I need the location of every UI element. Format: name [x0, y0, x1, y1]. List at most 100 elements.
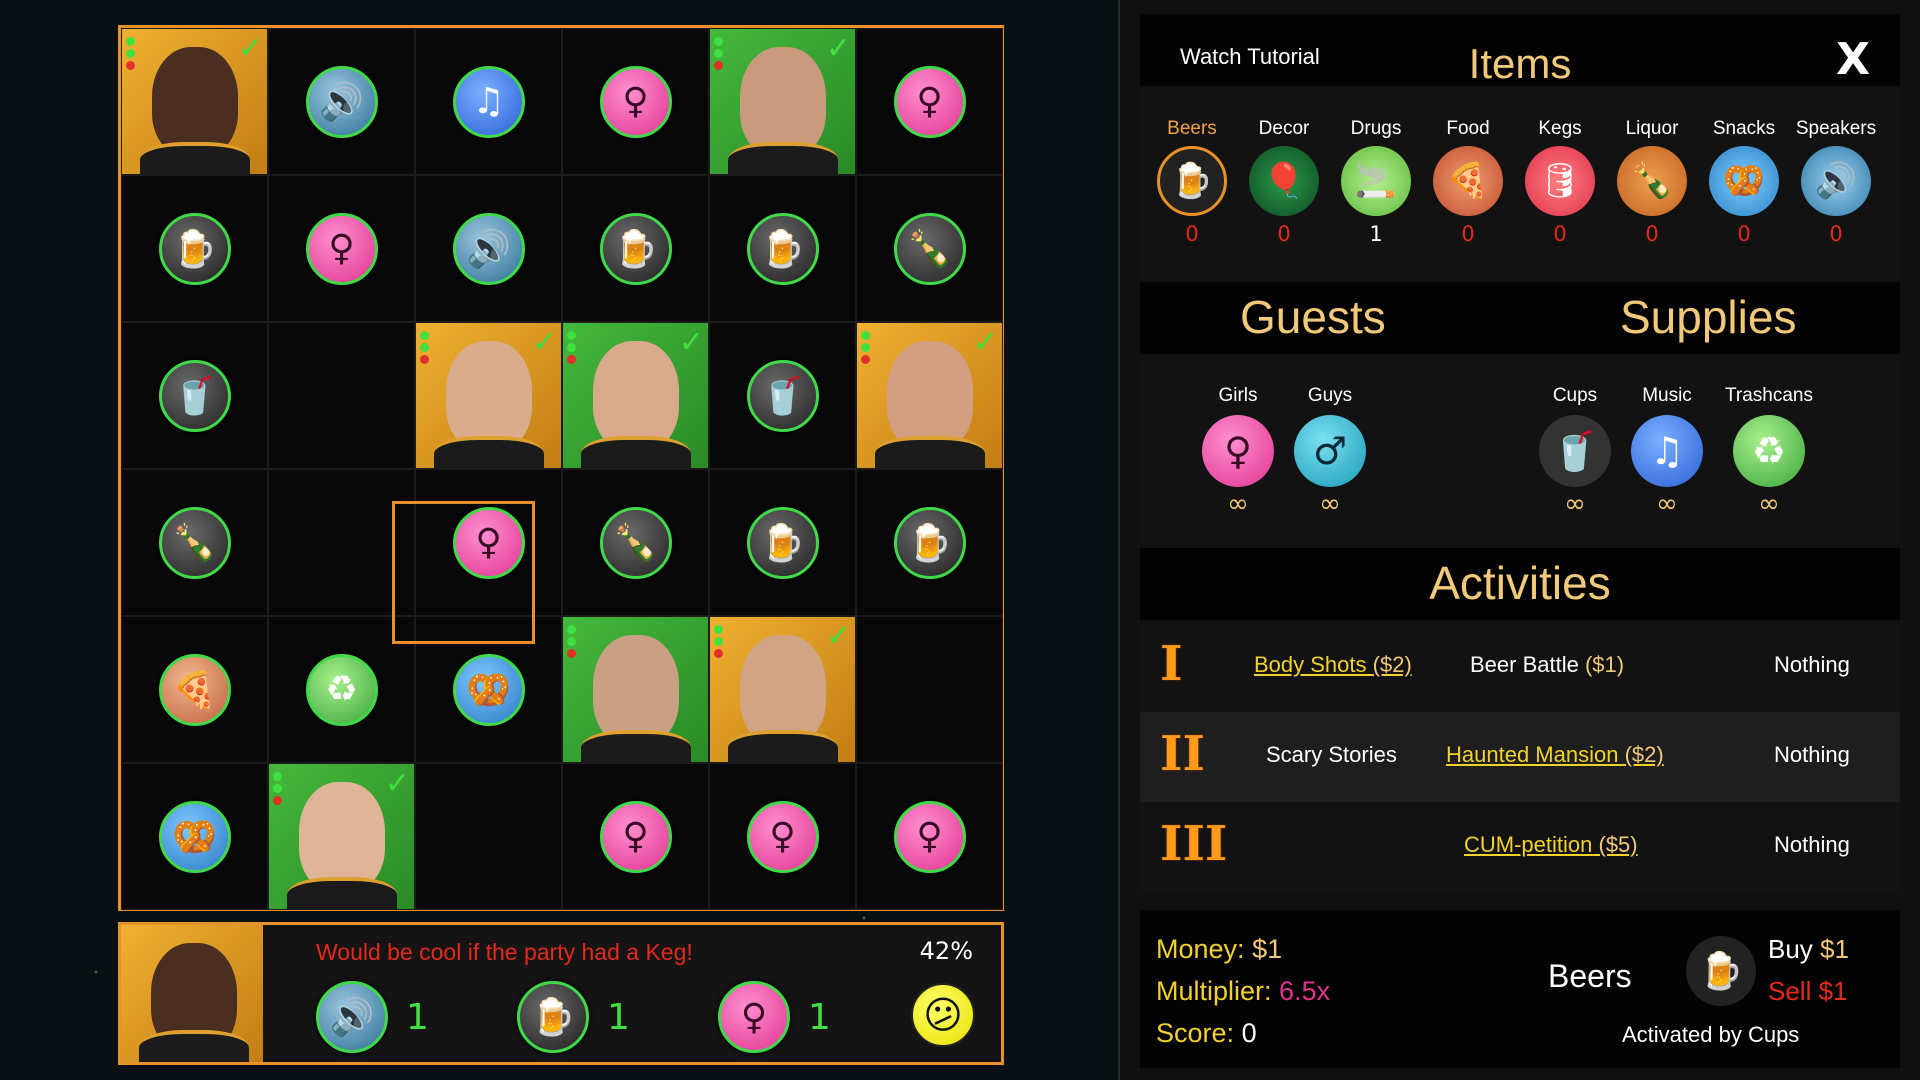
activity-row-3: III CUM-petition ($5) Nothing: [1140, 802, 1900, 892]
board-cell[interactable]: [856, 616, 1003, 763]
keg-icon: 🛢: [1525, 146, 1595, 216]
checkmark-icon: ✓: [237, 31, 263, 66]
stats-footer: Money: $1 Multiplier: 6.5x Score: 0 Beer…: [1140, 910, 1900, 1068]
female-icon: ♀: [1202, 415, 1274, 487]
girl-icon[interactable]: ♀: [599, 65, 672, 138]
status-dots: [126, 37, 135, 70]
buy-button[interactable]: Buy $1: [1768, 934, 1849, 965]
speaker-icon[interactable]: 🔊: [305, 65, 378, 138]
red-cup-icon: 🥤: [1539, 415, 1611, 487]
checkmark-icon: ✓: [825, 31, 851, 66]
girl-icon: ♀: [718, 981, 790, 1053]
board-cell[interactable]: [415, 763, 562, 910]
cup-icon[interactable]: 🥤: [158, 359, 231, 432]
supply-music[interactable]: Music ♫ ∞: [1622, 385, 1712, 519]
multiplier-display: Multiplier: 6.5x: [1156, 976, 1331, 1006]
sell-button[interactable]: Sell $1: [1768, 976, 1848, 1007]
male-icon: ♂: [1294, 415, 1366, 487]
cup-icon[interactable]: 🥤: [746, 359, 819, 432]
tier-label: I: [1160, 636, 1183, 692]
supply-cups[interactable]: Cups 🥤 ∞: [1530, 385, 1620, 519]
activity-haunted-mansion[interactable]: Haunted Mansion ($2): [1446, 742, 1664, 768]
item-liquor[interactable]: Liquor 🍾 0: [1606, 118, 1698, 246]
girl-icon[interactable]: ♀: [599, 800, 672, 873]
beer-icon[interactable]: 🍺: [746, 506, 819, 579]
girl-icon[interactable]: ♀: [893, 800, 966, 873]
board-cell[interactable]: [268, 322, 415, 469]
girl-icon[interactable]: ♀: [305, 212, 378, 285]
guest-girls[interactable]: Girls ♀ ∞: [1193, 385, 1283, 519]
beer-icon[interactable]: 🍺: [893, 506, 966, 579]
money-display: Money: $1: [1156, 934, 1283, 964]
activity-nothing[interactable]: Nothing: [1774, 652, 1850, 678]
speaker-icon: 🔊: [1801, 146, 1871, 216]
activities-title: Activities: [1429, 557, 1611, 609]
activity-row-2: II Scary Stories Haunted Mansion ($2) No…: [1140, 712, 1900, 802]
guest-portrait[interactable]: ✓: [563, 323, 708, 468]
liquor-icon: 🍾: [1617, 146, 1687, 216]
empty-placement-slot[interactable]: [392, 501, 535, 644]
item-drugs[interactable]: Drugs 🚬 1: [1330, 118, 1422, 246]
tier-label: III: [1160, 816, 1228, 872]
tier-label: II: [1160, 726, 1205, 782]
requirement-beer: 🍺 1: [517, 981, 630, 1053]
guest-portrait[interactable]: ✓: [269, 764, 414, 909]
music-note-icon: ♫: [1631, 415, 1703, 487]
liquor-icon[interactable]: 🍾: [893, 212, 966, 285]
beer-icon[interactable]: 🍺: [599, 212, 672, 285]
girl-icon[interactable]: ♀: [746, 800, 819, 873]
confused-face-icon: 😕: [911, 983, 975, 1047]
checkmark-icon: ✓: [531, 325, 557, 360]
item-kegs[interactable]: Kegs 🛢 0: [1514, 118, 1606, 246]
activity-nothing[interactable]: Nothing: [1774, 832, 1850, 858]
guest-wish-message: Would be cool if the party had a Keg!: [316, 939, 693, 965]
pizza-icon: 🍕: [1433, 146, 1503, 216]
selected-item-name: Beers: [1548, 958, 1632, 994]
items-header: Watch Tutorial Items X: [1140, 14, 1900, 87]
guest-portrait[interactable]: ✓: [857, 323, 1002, 468]
speaker-icon: 🔊: [316, 981, 388, 1053]
speaker-icon[interactable]: 🔊: [452, 212, 525, 285]
girl-icon[interactable]: ♀: [893, 65, 966, 138]
beer-icon: 🍺: [1157, 146, 1227, 216]
activity-nothing[interactable]: Nothing: [1774, 742, 1850, 768]
guest-portrait[interactable]: ✓: [710, 617, 855, 762]
activity-beer-battle[interactable]: Beer Battle ($1): [1470, 652, 1624, 678]
requirement-girl: ♀ 1: [718, 981, 831, 1053]
side-panel: Watch Tutorial Items X Beers 🍺 0 Decor 🎈…: [1118, 0, 1920, 1080]
guest-portrait[interactable]: [563, 617, 708, 762]
activity-cum-petition[interactable]: CUM-petition ($5): [1464, 832, 1638, 858]
snack-icon[interactable]: 🥨: [452, 653, 525, 726]
checkmark-icon: ✓: [825, 619, 851, 654]
item-snacks[interactable]: Snacks 🥨 0: [1698, 118, 1790, 246]
guest-portrait[interactable]: ✓: [416, 323, 561, 468]
beer-icon[interactable]: 🍺: [746, 212, 819, 285]
checkmark-icon: ✓: [678, 325, 704, 360]
status-dots: [714, 37, 723, 70]
item-speakers[interactable]: Speakers 🔊 0: [1790, 118, 1882, 246]
checkmark-icon: ✓: [972, 325, 998, 360]
activity-scary-stories[interactable]: Scary Stories: [1266, 742, 1397, 768]
item-decor[interactable]: Decor 🎈 0: [1238, 118, 1330, 246]
status-dots: [861, 331, 870, 364]
activity-row-1: I Body Shots ($2) Beer Battle ($1) Nothi…: [1140, 622, 1900, 712]
liquor-icon[interactable]: 🍾: [599, 506, 672, 579]
guest-portrait[interactable]: ✓: [122, 29, 267, 174]
item-food[interactable]: Food 🍕 0: [1422, 118, 1514, 246]
close-button[interactable]: X: [1836, 34, 1870, 85]
party-board: 🔊 ♫ ♀ ♀ 🍺 ♀ 🔊 🍺 🍺 🍾 🥤 🥤 🍾 ♀ 🍾 🍺 🍺 🍕 ♻ 🥨 🥨 ♀ ♀ ♀ ✓ ✓ ✓ ✓ ✓ ✓ ✓: [118, 25, 1004, 911]
selected-guest-portrait[interactable]: [121, 925, 263, 1062]
guest-portrait[interactable]: ✓: [710, 29, 855, 174]
supply-trashcans[interactable]: Trashcans ♻ ∞: [1714, 385, 1824, 519]
food-icon[interactable]: 🍕: [158, 653, 231, 726]
status-dots: [420, 331, 429, 364]
snack-icon[interactable]: 🥨: [158, 800, 231, 873]
guest-guys[interactable]: Guys ♂ ∞: [1285, 385, 1375, 519]
music-icon[interactable]: ♫: [452, 65, 525, 138]
beer-icon[interactable]: 🍺: [158, 212, 231, 285]
happiness-percent: 42%: [919, 937, 973, 965]
liquor-icon[interactable]: 🍾: [158, 506, 231, 579]
item-beers[interactable]: Beers 🍺 0: [1146, 118, 1238, 246]
activity-body-shots[interactable]: Body Shots ($2): [1254, 652, 1412, 678]
recycle-icon[interactable]: ♻: [305, 653, 378, 726]
